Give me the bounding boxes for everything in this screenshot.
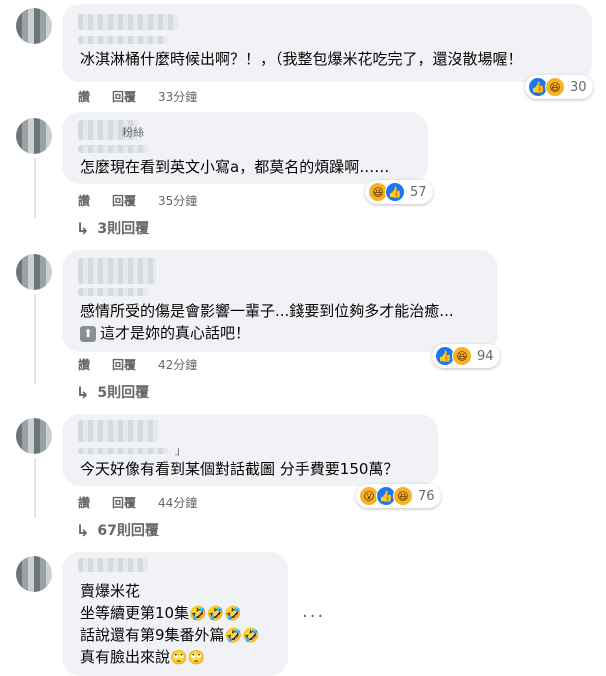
commenter-name[interactable] — [78, 558, 148, 572]
view-replies-button[interactable]: ↳ 3則回覆 — [76, 218, 149, 238]
name-suffix: 」 — [175, 444, 186, 457]
reply-button[interactable]: 回覆 — [112, 494, 136, 511]
comment-actions: 讚 回覆 42分鐘 — [78, 356, 219, 373]
up-arrow-icon: ⬆ — [80, 325, 96, 342]
avatar[interactable] — [16, 418, 52, 454]
comment-text: 今天好像有看到某個對話截圖 分手費要150萬？ — [80, 460, 399, 478]
thread-line — [34, 158, 36, 218]
reaction-count: 30 — [570, 79, 587, 95]
eye-roll-emoji-icon: 🙄🙄 — [170, 650, 205, 666]
reaction-summary[interactable]: 😮 👍 😆 76 — [356, 484, 441, 508]
view-replies-button[interactable]: ↳ 67則回覆 — [76, 520, 159, 540]
haha-icon: 😆 — [452, 346, 472, 366]
comment-text: ⬆ 這才是妳的真心話吧！ — [80, 322, 250, 344]
view-replies-button[interactable]: ↳ 5則回覆 — [76, 382, 149, 402]
reaction-count: 94 — [477, 348, 494, 364]
comment-text: 冰淇淋桶什麼時候出啊？！，（我整包爆米花吃完了，還沒散場喔！ — [80, 50, 523, 68]
like-button[interactable]: 讚 — [78, 356, 90, 373]
commenter-name[interactable] — [78, 14, 178, 30]
comment-actions: 讚 回覆 44分鐘 — [78, 494, 219, 511]
replies-label: 5則回覆 — [97, 385, 150, 401]
reaction-count: 76 — [418, 488, 435, 504]
comment-text: 真有臉出來說🙄🙄 — [80, 648, 205, 666]
timestamp[interactable]: 33分鐘 — [158, 88, 197, 105]
comment-text: 話說還有第9集番外篇🤣🤣 — [80, 626, 260, 644]
reaction-summary[interactable]: 👍 😆 94 — [432, 344, 500, 368]
reply-button[interactable]: 回覆 — [112, 88, 136, 105]
commenter-name — [78, 36, 168, 44]
commenter-name — [78, 448, 168, 454]
thread-line — [34, 294, 36, 384]
replies-label: 3則回覆 — [97, 221, 150, 237]
comment-text: 怎麼現在看到英文小寫a，都莫名的煩躁啊…… — [80, 158, 390, 176]
timestamp[interactable]: 42分鐘 — [158, 356, 197, 373]
rofl-emoji-icon: 🤣🤣🤣 — [189, 606, 242, 622]
commenter-name[interactable] — [78, 420, 158, 442]
reply-arrow-icon: ↳ — [76, 382, 90, 402]
like-icon: 👍 — [385, 182, 405, 202]
reply-button[interactable]: 回覆 — [112, 192, 136, 209]
comment-actions: 讚 回覆 33分鐘 — [78, 88, 219, 105]
commenter-name[interactable] — [78, 258, 156, 284]
timestamp[interactable]: 44分鐘 — [158, 494, 197, 511]
reply-arrow-icon: ↳ — [76, 520, 90, 540]
haha-icon: 😆 — [545, 77, 565, 97]
avatar[interactable] — [16, 118, 52, 154]
comment-text: 坐等續更第10集🤣🤣🤣 — [80, 604, 242, 622]
avatar[interactable] — [16, 254, 52, 290]
fan-badge: 粉絲 — [122, 126, 144, 139]
comment-actions: 讚 回覆 35分鐘 — [78, 192, 219, 209]
reaction-summary[interactable]: 😆 👍 57 — [365, 180, 433, 204]
commenter-name — [78, 145, 148, 153]
like-button[interactable]: 讚 — [78, 494, 90, 511]
like-button[interactable]: 讚 — [78, 192, 90, 209]
like-button[interactable]: 讚 — [78, 88, 90, 105]
avatar[interactable] — [16, 556, 52, 592]
commenter-name — [78, 288, 148, 296]
more-options-button[interactable]: ··· — [302, 606, 325, 627]
timestamp[interactable]: 35分鐘 — [158, 192, 197, 209]
haha-icon: 😆 — [393, 486, 413, 506]
comment-text: 感情所受的傷是會影響一輩子...錢要到位夠多才能治癒... — [80, 302, 454, 320]
reaction-summary[interactable]: 👍 😆 30 — [525, 75, 593, 99]
reply-arrow-icon: ↳ — [76, 218, 90, 238]
replies-label: 67則回覆 — [97, 523, 159, 539]
reaction-count: 57 — [410, 184, 427, 200]
avatar[interactable] — [16, 8, 52, 44]
rofl-emoji-icon: 🤣🤣 — [224, 628, 260, 644]
comment-text: 賣爆米花 — [80, 582, 141, 600]
thread-line — [34, 458, 36, 518]
reply-button[interactable]: 回覆 — [112, 356, 136, 373]
